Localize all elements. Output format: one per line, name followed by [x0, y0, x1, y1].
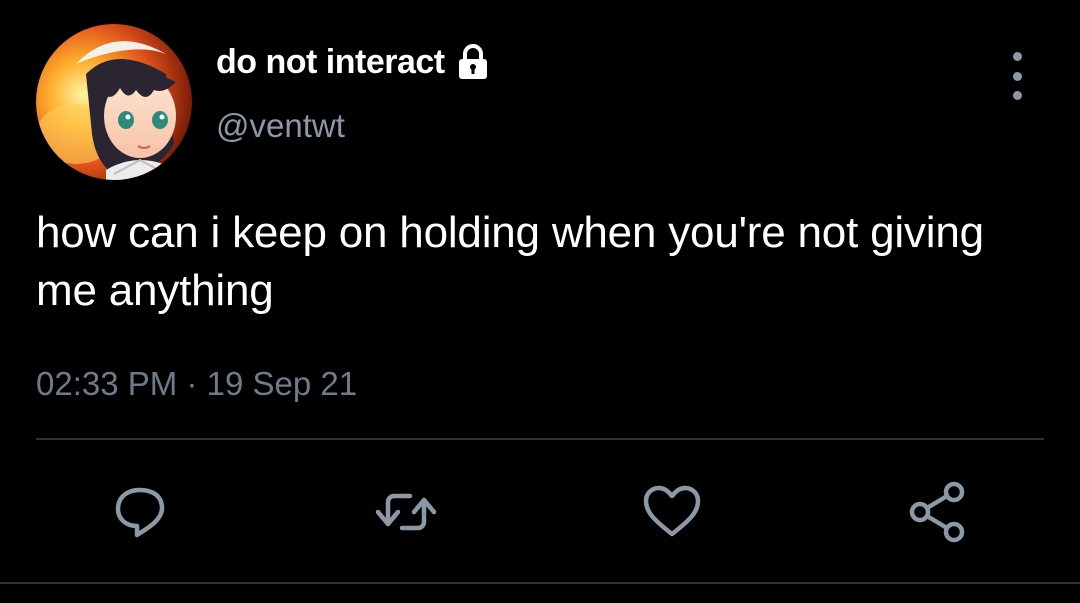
- reply-button[interactable]: [108, 480, 172, 544]
- heart-icon: [643, 485, 701, 537]
- retweet-icon: [375, 493, 437, 531]
- bottom-divider: [0, 582, 1080, 584]
- retweet-button[interactable]: [374, 480, 438, 544]
- tweet-card: do not interact @ventwt how can i keep o…: [0, 0, 1080, 603]
- more-options-button[interactable]: [996, 52, 1038, 100]
- more-dot-icon: [1012, 91, 1022, 100]
- author-handle[interactable]: @ventwt: [216, 104, 345, 148]
- display-name[interactable]: do not interact: [216, 43, 445, 82]
- more-dot-icon: [1012, 71, 1022, 81]
- tweet-time[interactable]: 02:33 PM: [36, 365, 177, 402]
- tweet-text: how can i keep on holding when you're no…: [36, 208, 984, 315]
- share-icon: [909, 481, 965, 543]
- avatar[interactable]: [36, 24, 192, 180]
- reply-icon: [115, 487, 165, 538]
- timestamp-separator: ·: [186, 365, 207, 402]
- like-button[interactable]: [640, 480, 704, 544]
- author-name-row[interactable]: do not interact: [216, 40, 493, 84]
- tweet-date[interactable]: 19 Sep 21: [207, 365, 357, 402]
- more-dot-icon: [1012, 52, 1022, 61]
- tweet-timestamp[interactable]: 02:33 PM · 19 Sep 21: [36, 362, 357, 406]
- share-button[interactable]: [906, 480, 970, 544]
- lock-icon: [453, 42, 493, 82]
- divider: [36, 438, 1044, 440]
- avatar-image: [36, 24, 192, 180]
